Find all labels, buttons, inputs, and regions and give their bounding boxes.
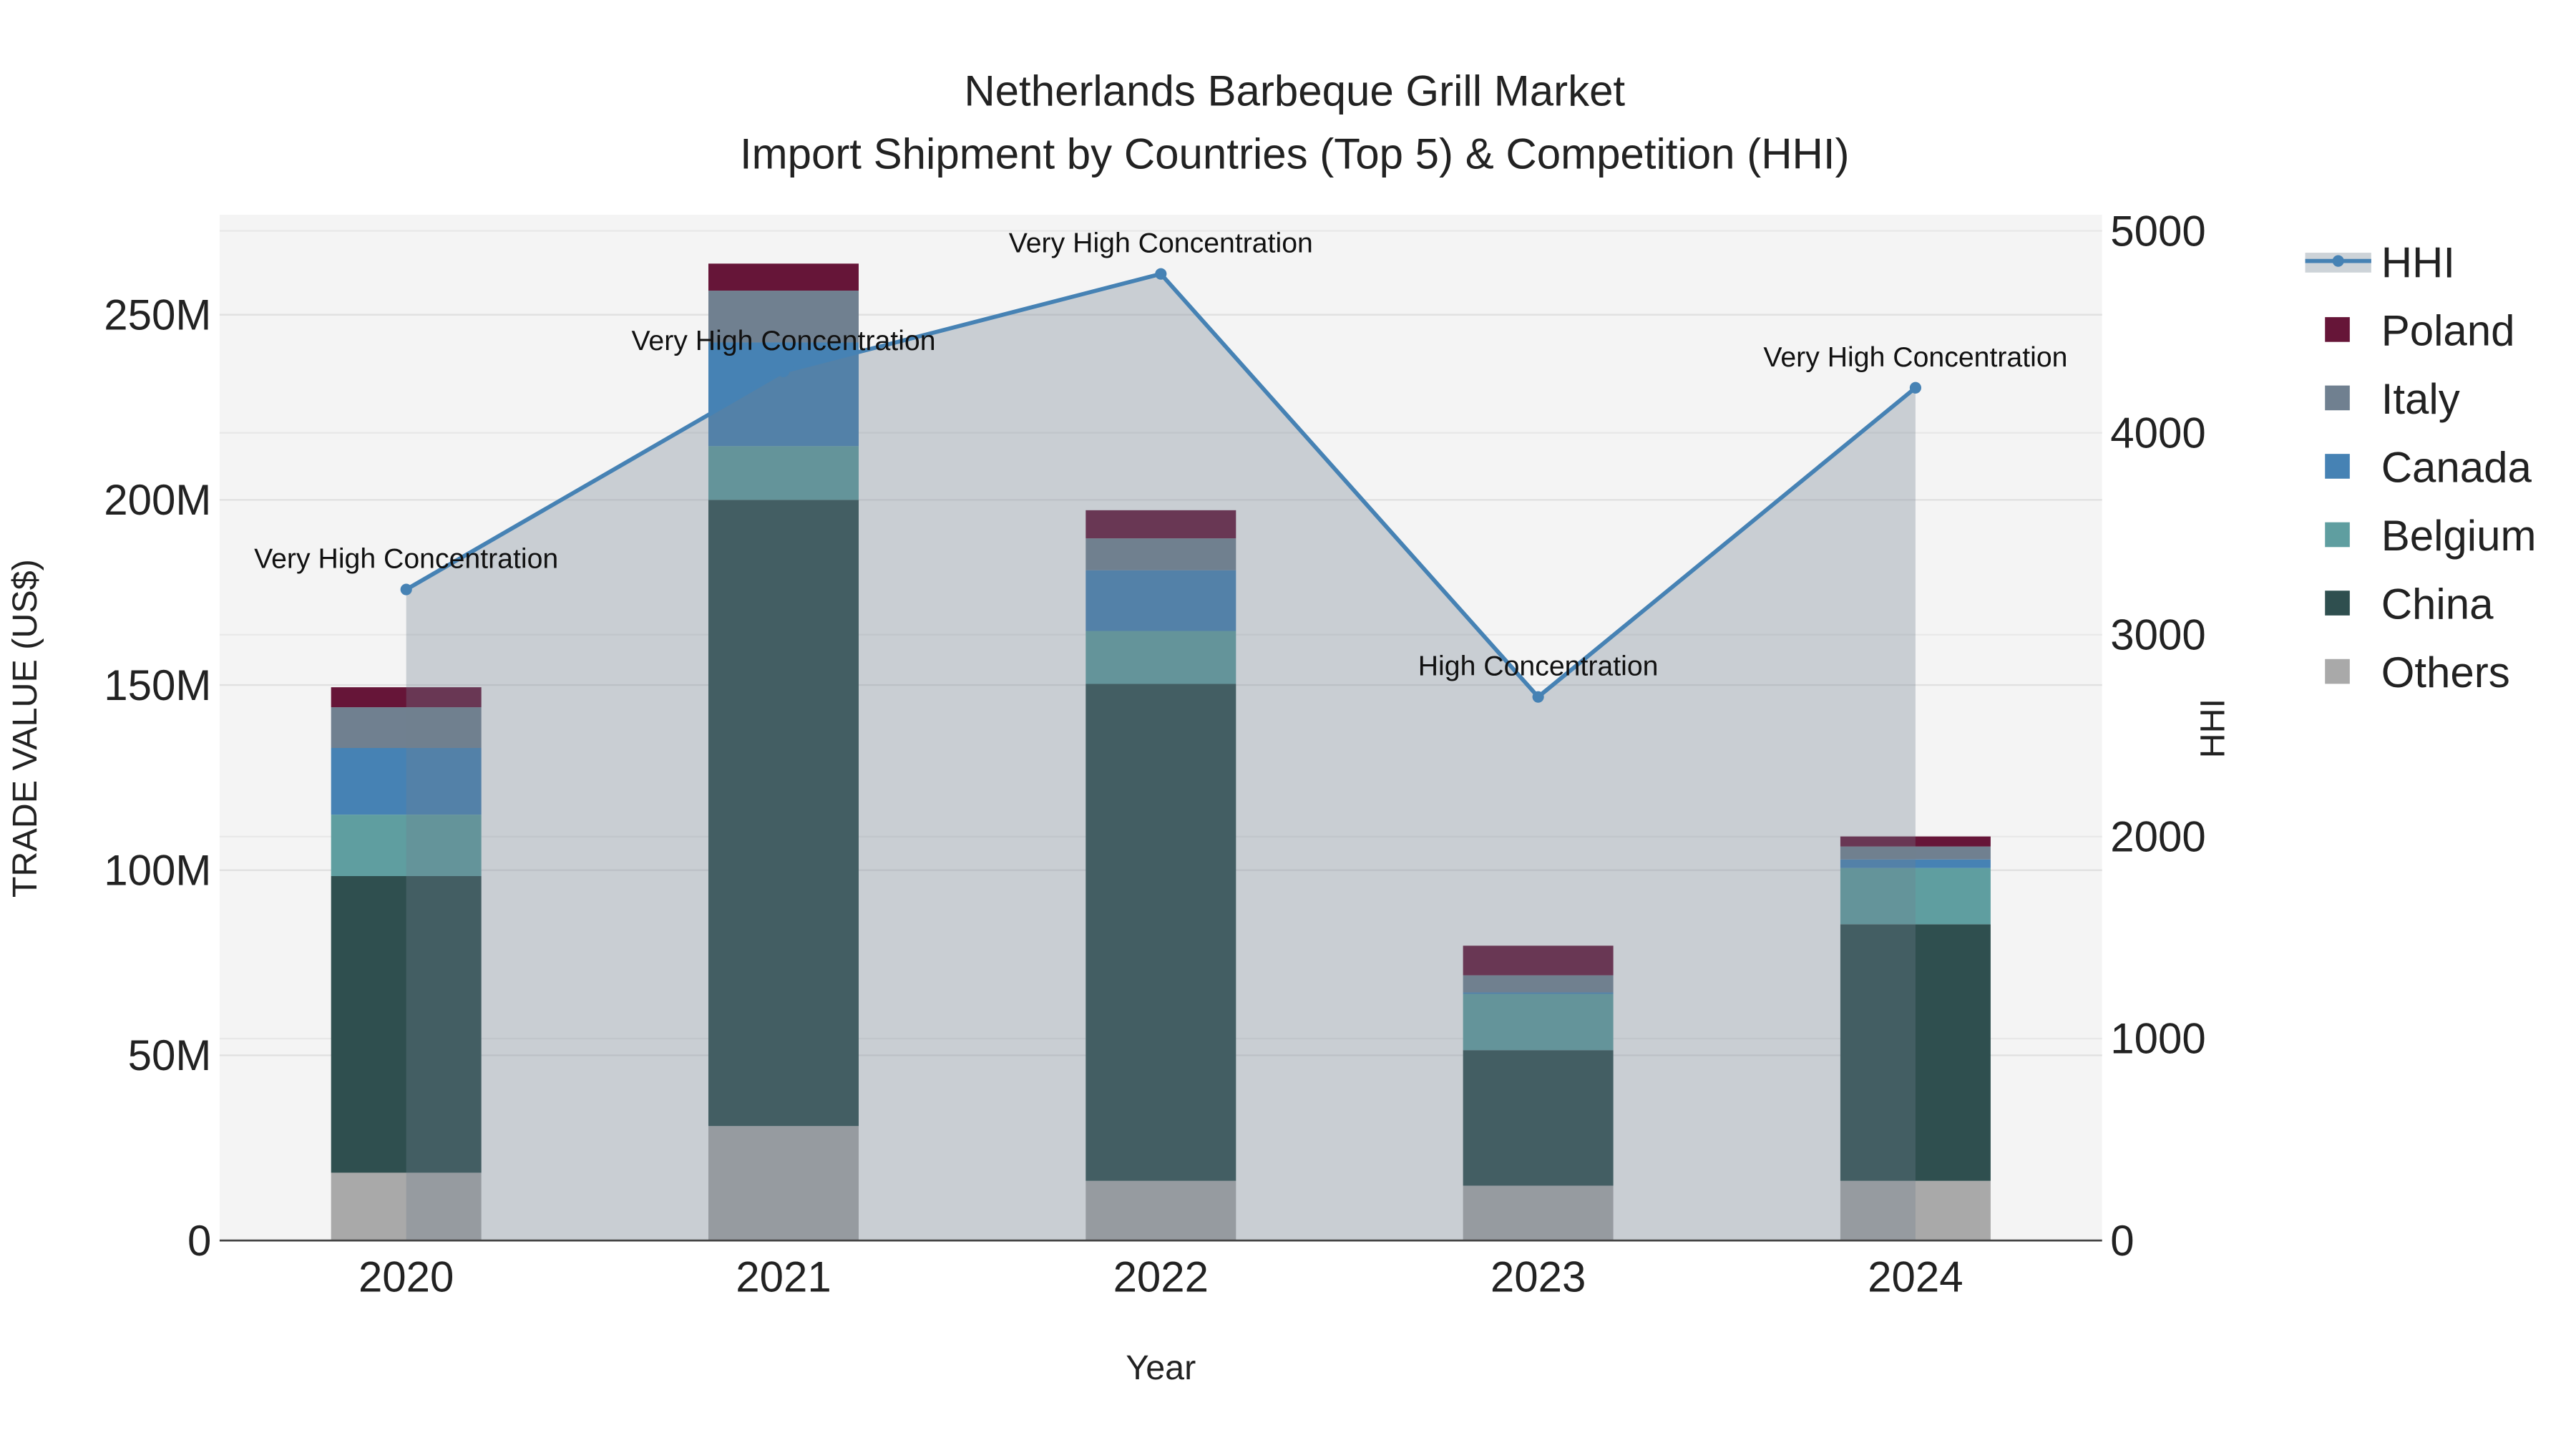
legend-hhi-marker bbox=[2332, 255, 2344, 267]
legend-label-poland: Poland bbox=[2381, 306, 2515, 354]
y2-tick-label: 0 bbox=[2110, 1217, 2134, 1265]
y-axis-label: TRADE VALUE (US$) bbox=[6, 559, 44, 898]
legend-swatch-poland bbox=[2325, 317, 2350, 342]
y-tick-label: 250M bbox=[104, 291, 211, 339]
hhi-annotation: Very High Concentration bbox=[254, 543, 558, 575]
legend-label-china: China bbox=[2381, 580, 2494, 628]
legend-swatch-italy bbox=[2325, 385, 2350, 411]
hhi-annotation: High Concentration bbox=[1418, 651, 1659, 682]
hhi-point-2022 bbox=[1155, 268, 1167, 280]
y2-axis-label: HHI bbox=[2193, 699, 2232, 758]
legend-swatch-others bbox=[2325, 659, 2350, 684]
y2-tick-label: 1000 bbox=[2110, 1015, 2205, 1063]
y-tick-label: 100M bbox=[104, 846, 211, 894]
x-axis-label: Year bbox=[1126, 1348, 1196, 1387]
y-tick-label: 150M bbox=[104, 661, 211, 709]
y-tick-label: 200M bbox=[104, 476, 211, 524]
hhi-annotation: Very High Concentration bbox=[1763, 341, 2067, 373]
x-tick-label: 2021 bbox=[736, 1253, 831, 1301]
legend-swatch-china bbox=[2325, 591, 2350, 616]
legend-label-italy: Italy bbox=[2381, 375, 2460, 423]
x-tick-label: 2022 bbox=[1113, 1253, 1209, 1301]
y2-tick-label: 5000 bbox=[2110, 207, 2205, 255]
legend-label-hhi: HHI bbox=[2381, 239, 2455, 287]
legend: HHI Poland Italy Canada Belgium China Others bbox=[2305, 239, 2537, 696]
hhi-point-2023 bbox=[1532, 691, 1544, 703]
chart-subtitle: Import Shipment by Countries (Top 5) & C… bbox=[740, 130, 1850, 178]
y-tick-label: 50M bbox=[128, 1031, 212, 1079]
x-tick-label: 2023 bbox=[1491, 1253, 1586, 1301]
y-tick-label: 0 bbox=[187, 1217, 211, 1265]
legend-label-others: Others bbox=[2381, 648, 2510, 696]
y2-tick-label: 3000 bbox=[2110, 611, 2205, 659]
x-tick-label: 2024 bbox=[1868, 1253, 1963, 1301]
legend-swatch-canada bbox=[2325, 454, 2350, 479]
hhi-point-2024 bbox=[1909, 382, 1921, 394]
y2-tick-label: 4000 bbox=[2110, 409, 2205, 457]
chart: Netherlands Barbeque Grill Market Import… bbox=[6, 67, 2537, 1387]
legend-label-belgium: Belgium bbox=[2381, 512, 2537, 560]
legend-swatch-belgium bbox=[2325, 522, 2350, 548]
hhi-point-2020 bbox=[400, 583, 412, 596]
chart-title: Netherlands Barbeque Grill Market bbox=[964, 67, 1625, 115]
legend-label-canada: Canada bbox=[2381, 443, 2532, 491]
hhi-point-2021 bbox=[777, 365, 790, 377]
bar-poland-2021 bbox=[708, 263, 859, 291]
x-tick-label: 2020 bbox=[358, 1253, 454, 1301]
y2-tick-label: 2000 bbox=[2110, 813, 2205, 861]
hhi-annotation: Very High Concentration bbox=[631, 325, 935, 356]
hhi-annotation: Very High Concentration bbox=[1009, 228, 1313, 259]
